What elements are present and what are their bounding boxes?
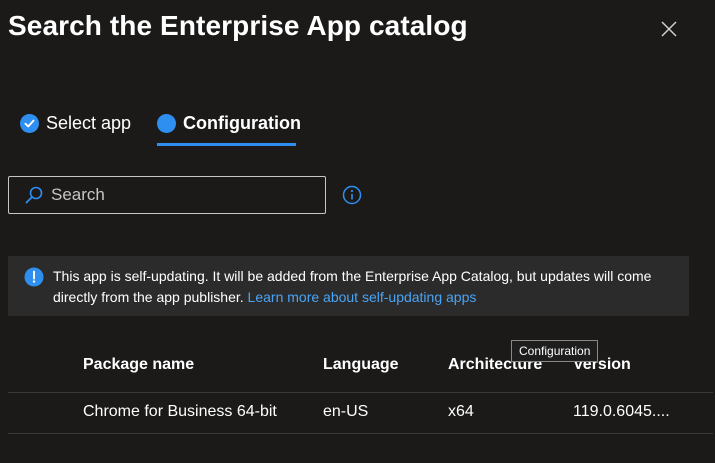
column-header-package-name[interactable]: Package name bbox=[83, 356, 194, 374]
active-tab-indicator bbox=[157, 143, 296, 146]
close-button[interactable] bbox=[656, 16, 682, 42]
cell-version: 119.0.6045.... bbox=[573, 403, 670, 420]
learn-more-link[interactable]: Learn more about self-updating apps bbox=[248, 289, 477, 305]
checkmark-circle-icon bbox=[20, 113, 39, 133]
search-box[interactable] bbox=[8, 176, 326, 214]
search-icon bbox=[25, 186, 43, 204]
dialog-title: Search the Enterprise App catalog bbox=[8, 10, 468, 41]
info-banner: This app is self-updating. It will be ad… bbox=[8, 256, 689, 316]
table-divider bbox=[8, 433, 713, 434]
tab-label: Select app bbox=[46, 112, 132, 133]
info-filled-icon bbox=[24, 267, 44, 287]
cell-architecture: x64 bbox=[448, 403, 474, 420]
filled-circle-icon bbox=[157, 113, 176, 133]
search-input[interactable] bbox=[51, 185, 301, 205]
tab-select-app[interactable]: Select app bbox=[20, 100, 131, 146]
info-icon[interactable] bbox=[342, 185, 362, 205]
tab-label: Configuration bbox=[183, 112, 301, 133]
cell-package-name: Chrome for Business 64-bit bbox=[83, 403, 277, 420]
column-header-language[interactable]: Language bbox=[323, 356, 399, 374]
banner-message: This app is self-updating. It will be ad… bbox=[53, 266, 681, 308]
tab-configuration[interactable]: Configuration bbox=[157, 100, 301, 146]
cell-language: en-US bbox=[323, 403, 369, 420]
close-icon bbox=[661, 21, 677, 37]
tooltip: Configuration bbox=[511, 340, 599, 362]
wizard-tabs: Select app Configuration bbox=[0, 100, 715, 146]
